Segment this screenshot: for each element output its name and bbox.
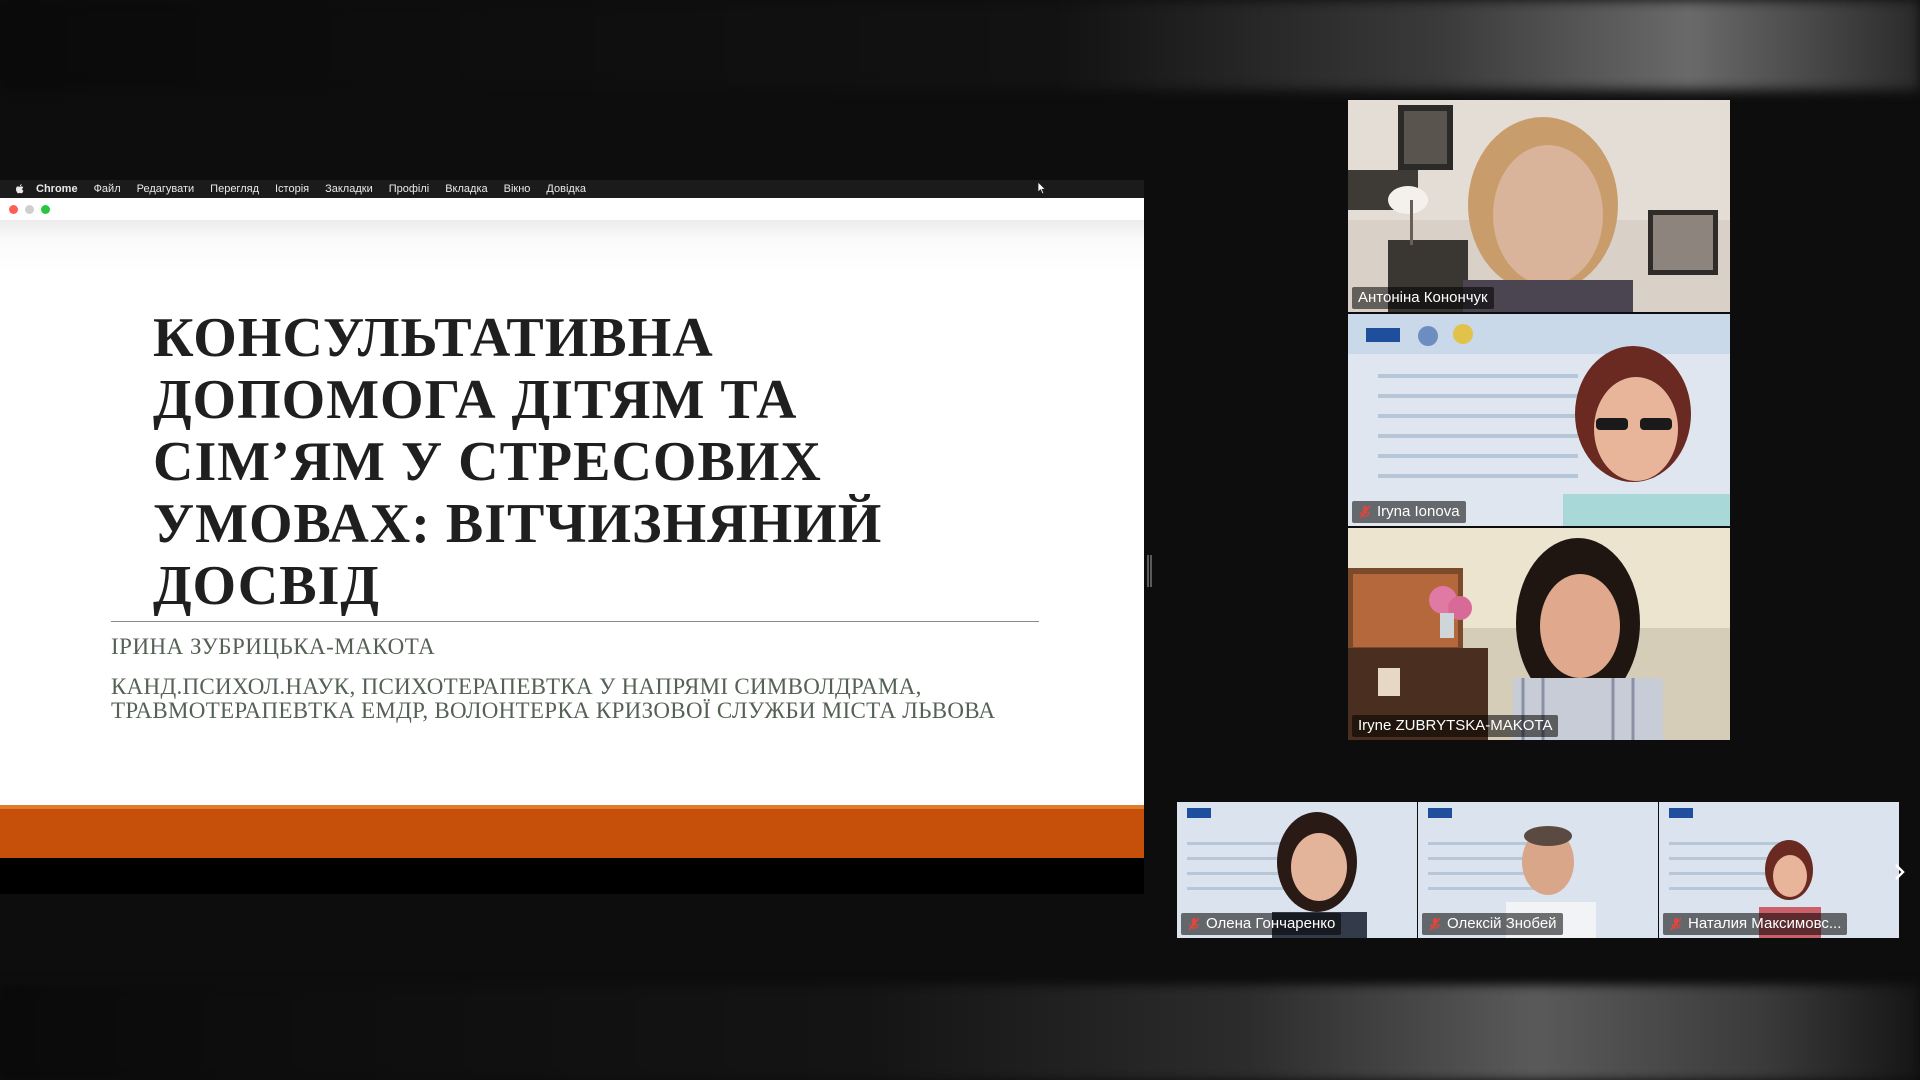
window-fullscreen-button[interactable] xyxy=(41,205,50,214)
participant-name: Антоніна Конончук xyxy=(1358,289,1488,306)
participant-name: Наталия Максимовс... xyxy=(1688,915,1842,932)
participant-name-tag: Iryna Ionova xyxy=(1352,501,1466,523)
window-minimize-button[interactable] xyxy=(25,205,34,214)
menu-app-name[interactable]: Chrome xyxy=(36,183,78,195)
participant-name: Iryna Ionova xyxy=(1377,503,1460,520)
mouse-cursor-icon xyxy=(1037,181,1047,195)
video-tile-participant[interactable]: Антоніна Конончук xyxy=(1348,100,1730,312)
participant-name-tag: Наталия Максимовс... xyxy=(1663,913,1848,935)
window-close-button[interactable] xyxy=(9,205,18,214)
slide-footer-band xyxy=(0,805,1144,858)
macos-menubar: Chrome Файл Редагувати Перегляд Історія … xyxy=(0,180,1144,198)
video-tile-active-speaker[interactable]: Iryne ZUBRYTSKA-MAKOTA xyxy=(1348,528,1730,740)
menu-window[interactable]: Вікно xyxy=(504,183,531,195)
participant-name-tag: Олексій Знобей xyxy=(1422,913,1563,935)
participant-name-tag: Iryne ZUBRYTSKA-MAKOTA xyxy=(1352,715,1559,737)
video-tile-participant[interactable]: Олена Гончаренко xyxy=(1177,802,1417,938)
slide-author-description: КАНД.ПСИХОЛ.НАУК, ПСИХОТЕРАПЕВТКА У НАПР… xyxy=(111,674,996,723)
participant-name: Олена Гончаренко xyxy=(1206,915,1336,932)
participant-video xyxy=(1348,314,1730,526)
chevron-right-icon[interactable] xyxy=(1893,862,1907,882)
menu-view[interactable]: Перегляд xyxy=(210,183,259,195)
muted-microphone-icon xyxy=(1429,917,1441,931)
muted-microphone-icon xyxy=(1188,917,1200,931)
participant-name: Олексій Знобей xyxy=(1447,915,1557,932)
slide-title: КОНСУЛЬТАТИВНА ДОПОМОГА ДІТЯМ ТА СІМ’ЯМ … xyxy=(153,307,883,617)
window-bottom-blur xyxy=(0,985,1920,1080)
split-resize-handle[interactable] xyxy=(1147,555,1152,587)
video-tile-participant[interactable]: Iryna Ionova xyxy=(1348,314,1730,526)
video-tile-participant[interactable]: Олексій Знобей xyxy=(1418,802,1658,938)
participant-name-tag: Олена Гончаренко xyxy=(1181,913,1342,935)
participant-video xyxy=(1348,100,1730,312)
window-top-blur xyxy=(0,0,1920,90)
video-tile-participant[interactable]: Наталия Максимовс... xyxy=(1659,802,1899,938)
menu-tab[interactable]: Вкладка xyxy=(445,183,487,195)
menu-history[interactable]: Історія xyxy=(275,183,309,195)
muted-microphone-icon xyxy=(1670,917,1682,931)
participant-name-tag: Антоніна Конончук xyxy=(1352,287,1494,309)
muted-microphone-icon xyxy=(1359,505,1371,519)
menu-bookmarks[interactable]: Закладки xyxy=(325,183,373,195)
browser-titlebar xyxy=(0,198,1144,221)
participant-video xyxy=(1348,528,1730,740)
slide-divider xyxy=(111,621,1039,622)
menu-profiles[interactable]: Профілі xyxy=(389,183,430,195)
participant-name: Iryne ZUBRYTSKA-MAKOTA xyxy=(1358,717,1553,734)
menu-file[interactable]: Файл xyxy=(94,183,121,195)
menu-help[interactable]: Довідка xyxy=(546,183,586,195)
apple-icon[interactable] xyxy=(14,183,26,195)
presentation-slide: КОНСУЛЬТАТИВНА ДОПОМОГА ДІТЯМ ТА СІМ’ЯМ … xyxy=(0,220,1144,858)
slide-author: ІРИНА ЗУБРИЦЬКА-МАКОТА xyxy=(111,634,436,659)
menu-edit[interactable]: Редагувати xyxy=(137,183,195,195)
